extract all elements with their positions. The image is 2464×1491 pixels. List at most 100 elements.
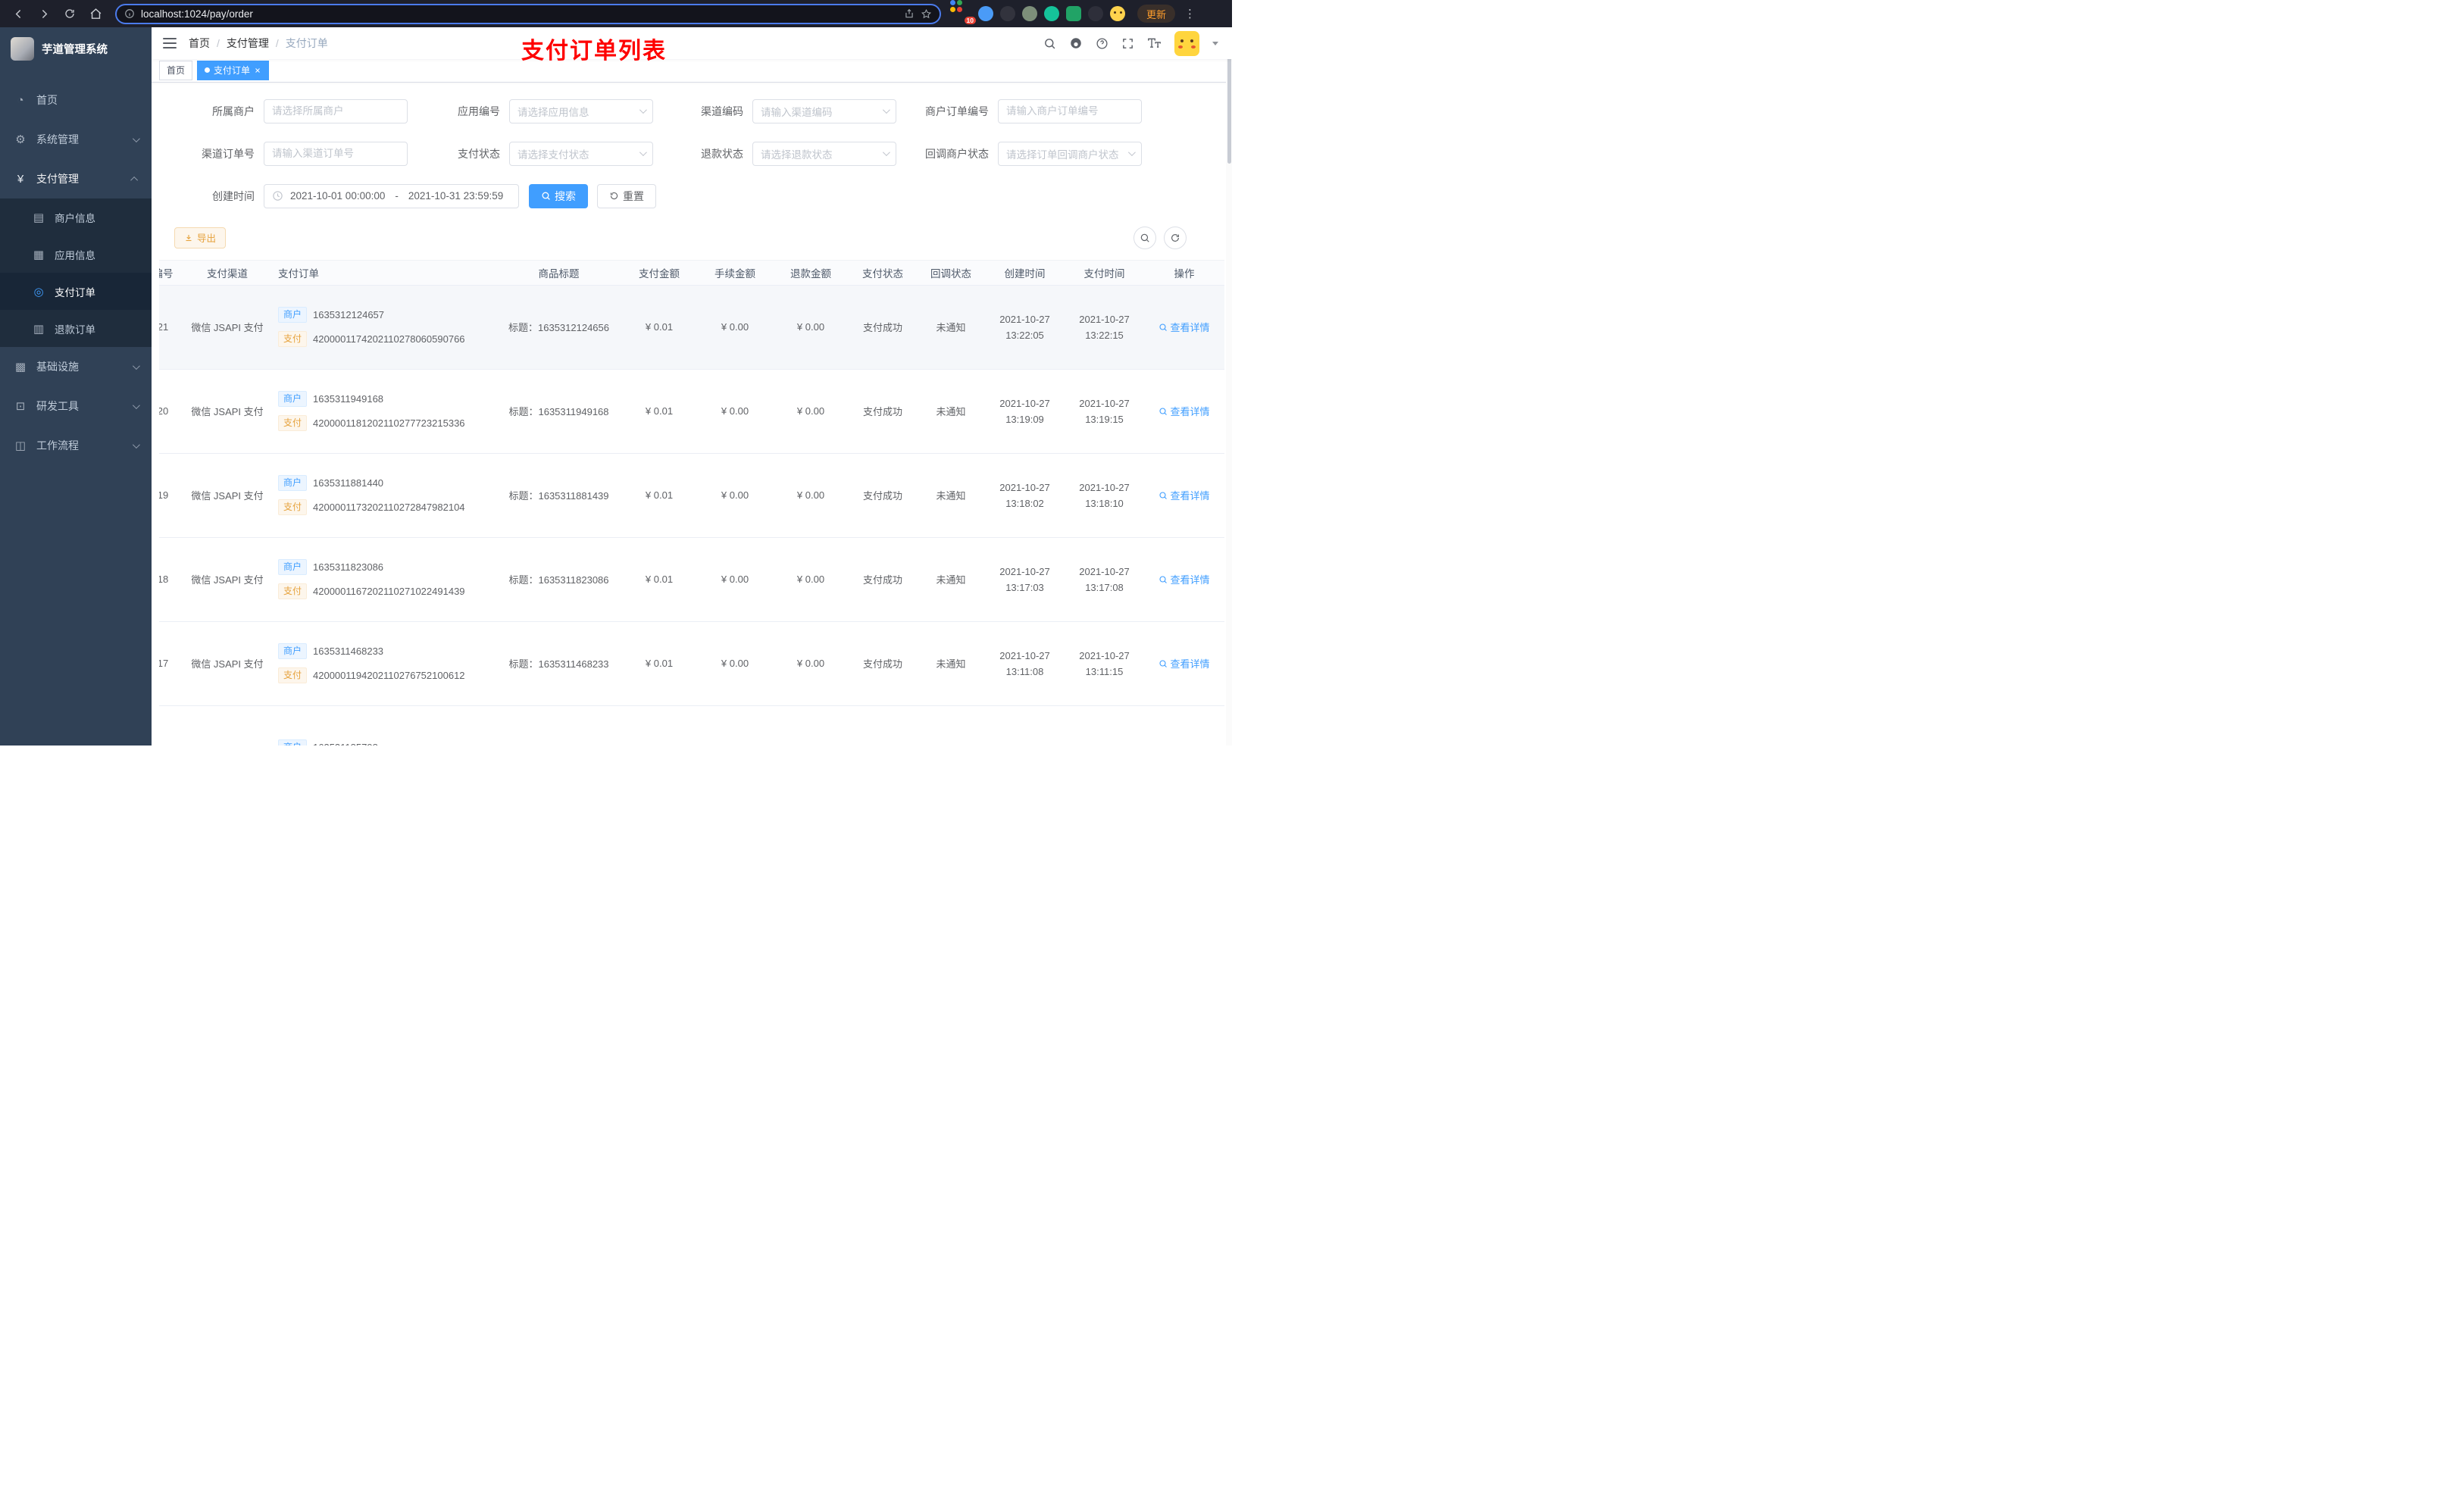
help-icon[interactable] bbox=[1096, 37, 1108, 50]
channel-transaction-no: 4200001167202110271022491439 bbox=[313, 586, 465, 598]
breadcrumb-home[interactable]: 首页 bbox=[189, 36, 210, 51]
channel-code-select[interactable]: 请输入渠道编码 bbox=[752, 98, 896, 123]
extension-icon-puzzle[interactable] bbox=[1088, 6, 1103, 21]
sidebar-item-app-info[interactable]: ▦ 应用信息 bbox=[0, 236, 152, 273]
sidebar-item-label: 研发工具 bbox=[36, 400, 79, 412]
toggle-search-button[interactable] bbox=[1134, 226, 1156, 249]
export-button[interactable]: 导出 bbox=[174, 227, 227, 248]
user-avatar[interactable] bbox=[1174, 30, 1199, 56]
sidebar-item-pay-order[interactable]: ◎ 支付订单 bbox=[0, 273, 152, 310]
merchant-order-no: 163531185798 bbox=[313, 742, 378, 746]
tab-home[interactable]: 首页 bbox=[159, 60, 193, 80]
fullscreen-icon[interactable] bbox=[1121, 37, 1134, 50]
select-placeholder: 请输入渠道编码 bbox=[761, 106, 833, 118]
cell-fee: ¥ 0.00 bbox=[697, 537, 773, 622]
logo-row[interactable]: 芋道管理系统 bbox=[0, 27, 152, 70]
cell-notify: 未通知 bbox=[917, 453, 985, 538]
page-scrollbar[interactable] bbox=[1226, 27, 1232, 746]
pay-status-select[interactable]: 请选择支付状态 bbox=[509, 141, 653, 166]
view-detail-link[interactable]: 查看详情 bbox=[1159, 404, 1210, 418]
date-end[interactable]: 2021-10-31 23:59:59 bbox=[408, 190, 503, 202]
chevron-down-icon bbox=[639, 106, 647, 114]
font-size-icon[interactable] bbox=[1147, 37, 1162, 50]
view-detail-link[interactable]: 查看详情 bbox=[1159, 656, 1210, 670]
create-time-range-picker[interactable]: 2021-10-01 00:00:00 - 2021-10-31 23:59:5… bbox=[264, 183, 519, 208]
chevron-up-icon bbox=[130, 176, 139, 184]
extension-icon-dark[interactable] bbox=[1000, 6, 1015, 21]
merchant-order-no: 1635312124657 bbox=[313, 309, 385, 321]
reset-button[interactable]: 重置 bbox=[597, 183, 656, 208]
tags-view-bar: 首页 支付订单 bbox=[152, 59, 1232, 83]
devtools-icon: ⊡ bbox=[15, 400, 26, 413]
extension-icon-face[interactable] bbox=[1110, 6, 1125, 21]
merchant-card-icon: ▤ bbox=[33, 211, 45, 224]
sidebar-item-merchant-info[interactable]: ▤ 商户信息 bbox=[0, 198, 152, 236]
cell-fee: ¥ 0.00 bbox=[697, 369, 773, 454]
breadcrumb-payment[interactable]: 支付管理 bbox=[227, 36, 269, 51]
extension-icon-green-square[interactable] bbox=[1066, 6, 1081, 21]
main-area: 首页 / 支付管理 / 支付订单 支付订单列表 首页 支付订单 所属商户 请选择… bbox=[152, 27, 1232, 746]
filter-form: 所属商户 应用编号 请选择应用信息 渠道编码 请输入渠道编码 商户订单编号 渠道… bbox=[152, 83, 1232, 227]
reload-icon[interactable] bbox=[59, 3, 80, 24]
view-detail-link[interactable]: 查看详情 bbox=[1159, 488, 1210, 502]
sidebar-item-home[interactable]: ◔ 首页 bbox=[0, 80, 152, 120]
search-icon[interactable] bbox=[1043, 37, 1056, 50]
browser-update-button[interactable]: 更新 bbox=[1137, 5, 1176, 23]
cell-paid: 2021-10-27 13:11:15 bbox=[1065, 621, 1144, 706]
extension-icon-sage[interactable] bbox=[1022, 6, 1037, 21]
close-icon[interactable] bbox=[254, 67, 261, 74]
caret-down-icon[interactable] bbox=[1212, 41, 1218, 45]
merchant-tag: 商户 bbox=[278, 643, 308, 660]
sidebar-item-refund-order[interactable]: ▥ 退款订单 bbox=[0, 310, 152, 347]
refresh-button[interactable] bbox=[1164, 226, 1187, 249]
chevron-down-icon bbox=[132, 401, 140, 409]
forward-icon[interactable] bbox=[33, 3, 55, 24]
cell-status: 支付成功 bbox=[849, 453, 917, 538]
sidebar-item-label: 首页 bbox=[36, 94, 58, 106]
cell-actions: 查看详情 bbox=[1144, 537, 1224, 622]
view-detail-link[interactable]: 查看详情 bbox=[1159, 572, 1210, 586]
back-icon[interactable] bbox=[8, 3, 29, 24]
collapse-sidebar-icon[interactable] bbox=[163, 38, 177, 49]
clock-icon bbox=[272, 190, 283, 202]
cell-channel bbox=[186, 705, 269, 746]
channel-transaction-no: 4200001174202110278060590766 bbox=[313, 333, 465, 345]
sidebar-item-workflow[interactable]: ◫ 工作流程 bbox=[0, 426, 152, 465]
view-detail-link[interactable]: 查看详情 bbox=[1159, 320, 1210, 334]
share-icon[interactable] bbox=[904, 8, 915, 19]
merchant-select-input[interactable] bbox=[264, 98, 408, 123]
tab-pay-order[interactable]: 支付订单 bbox=[197, 60, 270, 80]
bookmark-star-icon[interactable] bbox=[921, 8, 932, 20]
github-icon[interactable] bbox=[1069, 36, 1083, 50]
sidebar-item-devtools[interactable]: ⊡ 研发工具 bbox=[0, 386, 152, 426]
cell-id: 21 bbox=[159, 285, 186, 370]
url-text[interactable]: localhost:1024/pay/order bbox=[141, 8, 898, 20]
merchant-order-no: 1635311823086 bbox=[313, 561, 384, 574]
browser-menu-icon[interactable]: ⋮ bbox=[1180, 7, 1200, 20]
site-info-icon[interactable] bbox=[124, 8, 135, 19]
date-separator: - bbox=[395, 190, 399, 202]
cell-pay-order: 商户 1635311823086 支付 4200001167202110271022… bbox=[269, 537, 496, 622]
address-bar[interactable]: localhost:1024/pay/order bbox=[115, 3, 941, 24]
channel-transaction-no: 4200001173202110272847982104 bbox=[313, 502, 465, 514]
extension-icon-blue[interactable] bbox=[978, 6, 993, 21]
app-no-select[interactable]: 请选择应用信息 bbox=[509, 98, 653, 123]
extension-icon-green-circle[interactable] bbox=[1044, 6, 1059, 21]
table-row: 20 微信 JSAPI 支付 商户 1635311949168 支付 4200001… bbox=[159, 369, 1224, 454]
extension-badge: 10 bbox=[964, 17, 976, 24]
date-start[interactable]: 2021-10-01 00:00:00 bbox=[290, 190, 385, 202]
home-icon[interactable] bbox=[85, 3, 106, 24]
apps-grid-icon[interactable]: 10 bbox=[950, 0, 976, 24]
search-button[interactable]: 搜索 bbox=[529, 183, 588, 208]
col-refund: 退款金额 bbox=[773, 259, 849, 286]
sidebar-item-infra[interactable]: ▩ 基础设施 bbox=[0, 347, 152, 386]
notify-status-select[interactable]: 请选择订单回调商户状态 bbox=[998, 141, 1142, 166]
select-placeholder: 请选择支付状态 bbox=[518, 148, 589, 161]
chevron-down-icon bbox=[132, 361, 140, 370]
refund-status-select[interactable]: 请选择退款状态 bbox=[752, 141, 896, 166]
cell-actions: 查看详情 bbox=[1144, 285, 1224, 370]
merchant-order-no-input[interactable] bbox=[998, 98, 1142, 123]
channel-order-no-input[interactable] bbox=[264, 141, 408, 166]
sidebar-item-payment[interactable]: ¥ 支付管理 bbox=[0, 159, 152, 198]
sidebar-item-system[interactable]: ⚙ 系统管理 bbox=[0, 120, 152, 159]
